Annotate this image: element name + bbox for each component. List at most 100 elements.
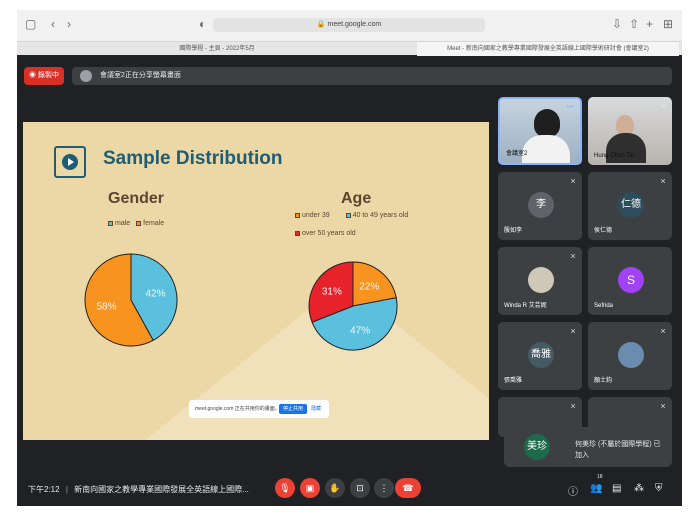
tab-bar: 國際學程 - 主頁 - 2022年5月 Meet - 新南向國家之教學專業國際發… <box>17 41 682 56</box>
browser-toolbar: ▢ ‹ › ◐ 🔒 meet.google.com ⇩ ⇧ + ⊞ 國際學程 -… <box>17 10 682 56</box>
pie-data-label: 31% <box>322 287 342 298</box>
presenting-text: 會議室2正在分享螢幕畫面 <box>100 72 181 79</box>
record-dot-icon: ◉ <box>29 72 37 79</box>
participant-avatar: 仁德 <box>618 192 644 218</box>
age-legend-2: over 50 years old <box>295 230 356 237</box>
legend-swatch <box>295 230 300 236</box>
mic-off-icon: ⨯ <box>570 178 576 185</box>
participant-tile[interactable]: ⨯ 仁德 侯仁德 <box>588 172 672 240</box>
shared-slide: Sample Distribution Gender male female A… <box>23 122 489 440</box>
stop-sharing-button[interactable]: 停止共用 <box>279 404 307 414</box>
meeting-details: 下午2:12 | 新南向國家之教學專業國際發展全英語線上國際... <box>28 484 249 495</box>
mic-off-icon: ⨯ <box>660 328 666 335</box>
new-tab-icon[interactable]: + <box>646 17 653 31</box>
tab-meet[interactable]: Meet - 新南向國家之教學專業國際發展全英語線上國際學術研討會 (會議室2) <box>417 42 679 56</box>
gender-legend: male female <box>108 220 164 227</box>
share-icon[interactable]: ⇧ <box>629 17 639 31</box>
pie-data-label: 58% <box>96 301 116 312</box>
more-options-icon[interactable]: ••• <box>567 104 574 111</box>
meeting-info-icon[interactable]: ⓘ <box>568 483 578 498</box>
activities-icon[interactable]: ⁂ <box>634 483 644 494</box>
legend-swatch <box>345 212 351 218</box>
participant-count-badge: 18 <box>597 474 603 480</box>
participant-tile[interactable]: ⨯ 喬雅 張喬雅 <box>498 322 582 390</box>
mic-off-icon: ⨯ <box>570 253 576 260</box>
participant-photo-avatar <box>618 342 644 368</box>
legend-label: male <box>115 220 131 227</box>
mic-off-icon: ⨯ <box>570 403 576 410</box>
back-icon[interactable]: ‹ <box>51 17 55 31</box>
screen-share-snackbar: meet.google.com 正在共用你的畫面。 停止共用 隱藏 <box>189 400 329 418</box>
participant-tile[interactable]: S Sefrida <box>588 247 672 315</box>
tab-overview-icon[interactable]: ⊞ <box>663 17 673 31</box>
participant-name: 顏士鈞 <box>594 378 613 384</box>
download-icon[interactable]: ⇩ <box>612 17 622 31</box>
participant-video <box>534 109 560 137</box>
participant-name: Hung-Chun Tai <box>594 153 634 159</box>
sidebar-icon[interactable]: ▢ <box>25 17 36 31</box>
slide-title: Sample Distribution <box>103 148 283 169</box>
tab-label: 國際學程 - 主頁 - 2022年5月 <box>179 46 255 52</box>
recording-label: 錄製中 <box>37 72 59 79</box>
legend-label: under 39 <box>302 212 330 219</box>
participant-video-body <box>522 135 570 163</box>
separator: | <box>65 485 68 494</box>
tab-label: Meet - 新南向國家之教學專業國際發展全英語線上國際學術研討會 (會議室2) <box>447 46 649 52</box>
mic-off-icon: ⨯ <box>660 178 666 185</box>
screen-frame: ▢ ‹ › ◐ 🔒 meet.google.com ⇩ ⇧ + ⊞ 國際學程 -… <box>17 10 682 506</box>
participant-tile[interactable]: ⨯ 李 殷如李 <box>498 172 582 240</box>
legend-swatch <box>295 212 300 218</box>
participant-name: Sefrida <box>594 303 614 309</box>
legend-swatch <box>108 220 113 226</box>
microphone-toggle-button[interactable]: 🎙 <box>275 478 295 498</box>
participant-avatar: 李 <box>528 192 554 218</box>
host-controls-icon[interactable]: ⛨ <box>655 483 663 494</box>
pie-data-label: 47% <box>350 326 370 337</box>
legend-label: 40 to 49 years old <box>352 212 409 219</box>
raise-hand-button[interactable]: ✋ <box>325 478 345 498</box>
participant-video <box>616 115 634 135</box>
meeting-controls-bar: 下午2:12 | 新南向國家之教學專業國際發展全英語線上國際... 🎙 ▣ ✋ … <box>17 473 682 506</box>
age-pie-chart: 22% 47% 31% <box>308 261 398 351</box>
participant-tile[interactable]: ⨯ 顏士鈞 <box>588 322 672 390</box>
participant-tile[interactable]: ⨯ Winda R 艾芸妮 <box>498 247 582 315</box>
present-screen-button[interactable]: ⊡ <box>350 478 370 498</box>
url-text: meet.google.com <box>327 21 382 28</box>
age-legend-1: under 39 40 to 49 years old <box>295 212 408 219</box>
more-options-button[interactable]: ⋮ <box>374 478 394 498</box>
chat-icon[interactable]: ▤ <box>612 483 621 494</box>
pie-data-label: 22% <box>359 281 379 292</box>
meeting-time: 下午2:12 <box>28 485 60 494</box>
gender-chart-title: Gender <box>108 190 165 207</box>
pie-data-label: 42% <box>145 289 165 300</box>
legend-label: female <box>143 220 165 227</box>
meeting-title: 新南向國家之教學專業國際發展全英語線上國際... <box>74 485 249 494</box>
gender-pie-chart: 42% 58% <box>84 253 178 347</box>
participant-avatar: 喬雅 <box>528 342 554 368</box>
participant-name: Winda R 艾芸妮 <box>504 303 547 309</box>
participant-name: 張喬雅 <box>504 378 523 384</box>
camera-toggle-button[interactable]: ▣ <box>300 478 320 498</box>
address-bar[interactable]: 🔒 meet.google.com <box>213 18 485 32</box>
mic-off-icon: ⨯ <box>570 328 576 335</box>
privacy-shield-icon[interactable]: ◐ <box>199 17 206 31</box>
play-logo-icon <box>54 146 86 178</box>
participant-photo-avatar <box>528 267 554 293</box>
people-icon[interactable]: 👥 <box>590 483 602 494</box>
participant-name: 殷如李 <box>504 228 523 234</box>
forward-icon[interactable]: › <box>67 17 71 31</box>
tab-international-program[interactable]: 國際學程 - 主頁 - 2022年5月 <box>107 42 327 56</box>
participant-name: 侯仁德 <box>594 228 613 234</box>
snackbar-text: meet.google.com 正在共用你的畫面。 <box>195 406 280 412</box>
participant-tile[interactable]: ⨯ Hung-Chun Tai <box>588 97 672 165</box>
legend-label: over 50 years old <box>302 230 356 237</box>
legend-swatch <box>136 220 142 226</box>
age-chart-title: Age <box>341 190 372 207</box>
presenter-icon <box>80 70 92 82</box>
participant-avatar: S <box>618 267 644 293</box>
participant-tile[interactable]: ••• 會議室2 <box>498 97 582 165</box>
join-notification: 美珍 何美珍 (不屬於國際學程) 已加入 <box>504 427 672 467</box>
leave-call-button[interactable]: ☎ <box>395 478 421 498</box>
hide-button[interactable]: 隱藏 <box>311 400 321 418</box>
recording-badge[interactable]: ◉ 錄製中 <box>24 67 64 85</box>
